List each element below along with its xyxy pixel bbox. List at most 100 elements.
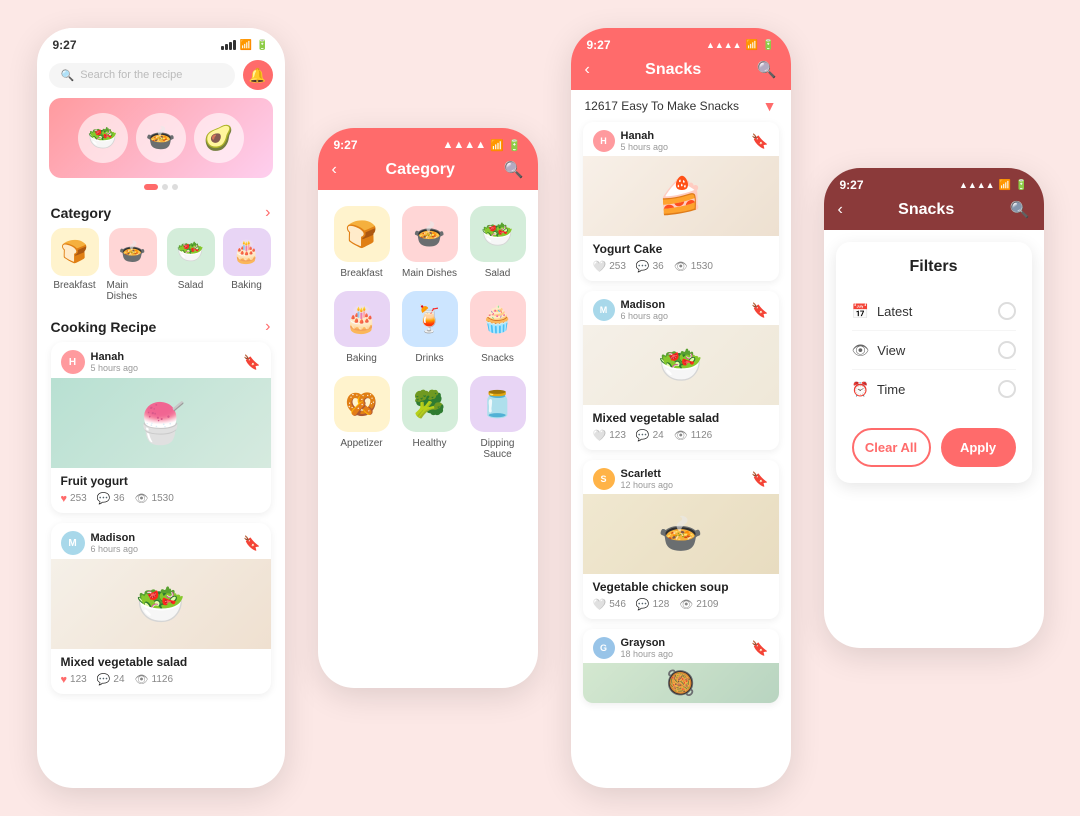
recipe-title-1: Mixed vegetable salad [51,649,271,673]
filter-view[interactable]: 👁 View [852,331,1016,370]
views-0: 👁1530 [135,492,174,505]
cat-main[interactable]: 🍲 Main Dishes [107,228,159,302]
grid-breakfast[interactable]: 🍞 Breakfast [334,206,390,279]
food-emoji-0: 🍧 [136,400,186,447]
grid-healthy-label: Healthy [413,438,447,449]
salad-label: Salad [178,280,204,291]
breakfast-label: Breakfast [53,280,95,291]
breakfast-icon: 🍞 [51,228,99,276]
snack-food-2: 🍲 [658,513,703,555]
snack-bookmark-3[interactable]: 🔖 [751,640,768,657]
category-see-more[interactable]: › [265,204,270,222]
food-emoji-1: 🥗 [136,581,186,628]
status-bar-3: 9:27 ▲▲▲▲ 📶 🔋 [571,28,791,56]
cat-baking[interactable]: 🎂 Baking [223,228,271,302]
nav-title-3: Snacks [590,61,757,79]
radio-latest[interactable] [998,302,1016,320]
wifi-1: 📶 [240,40,252,51]
snack-username-2: Scarlett [621,468,674,480]
heart-icon-1: ♥ [61,674,68,686]
filter-time-label: Time [877,382,905,397]
snack-bookmark-1[interactable]: 🔖 [751,302,768,319]
filter-panel: Filters 📅 Latest 👁 View ⏰ Time Clear All [836,242,1032,483]
snack-card-2[interactable]: S Scarlett 12 hours ago 🔖 🍲 Vegetable ch… [583,460,779,619]
snack-time-3: 18 hours ago [621,649,674,659]
snack-card-3[interactable]: G Grayson 18 hours ago 🔖 🥘 [583,629,779,703]
snack-header-1: M Madison 6 hours ago 🔖 [583,291,779,325]
bookmark-0[interactable]: 🔖 [243,354,260,371]
cooking-see-more[interactable]: › [265,318,270,336]
snack-view-1: 👁 [674,429,688,442]
grid-main[interactable]: 🍲 Main Dishes [402,206,458,279]
recipe-card-0[interactable]: H Hanah 5 hours ago 🔖 🍧 Fruit yogurt ♥25… [51,342,271,513]
user-details-0: Hanah 5 hours ago [91,351,139,373]
snack-avatar-2: S [593,468,615,490]
snack-time-0: 5 hours ago [621,142,669,152]
snack-username-3: Grayson [621,637,674,649]
grid-main-label: Main Dishes [402,268,457,279]
snack-view-0: 👁 [674,260,688,273]
snack-view-2: 👁 [679,598,693,611]
clear-all-button[interactable]: Clear All [852,428,931,467]
time-1: 9:27 [53,38,77,52]
snack-views-2: 👁2109 [679,598,718,611]
filter-actions: Clear All Apply [852,428,1016,467]
grid-baking[interactable]: 🎂 Baking [334,291,390,364]
notification-button[interactable]: 🔔 [243,60,273,90]
bookmark-1[interactable]: 🔖 [243,535,260,552]
search-icon-4[interactable]: 🔍 [1010,200,1030,220]
apply-button[interactable]: Apply [941,428,1016,467]
snack-card-1[interactable]: M Madison 6 hours ago 🔖 🥗 Mixed vegetabl… [583,291,779,450]
grid-snacks[interactable]: 🧁 Snacks [470,291,526,364]
recipe-card-1[interactable]: M Madison 6 hours ago 🔖 🥗 Mixed vegetabl… [51,523,271,694]
grid-appetizer-label: Appetizer [340,438,382,449]
signal-4: ▲▲▲▲ [959,180,995,190]
grid-dipping-label: Dipping Sauce [470,438,526,460]
comment-icon-0: 💬 [97,492,111,505]
grid-healthy[interactable]: 🥦 Healthy [402,376,458,460]
filter-icon[interactable]: ▼ [763,98,777,114]
filter-latest[interactable]: 📅 Latest [852,292,1016,331]
radio-time[interactable] [998,380,1016,398]
status-bar-2: 9:27 ▲▲▲▲ 📶 🔋 [318,128,538,156]
status-icons-1: 📶 🔋 [221,40,269,51]
grid-drinks-icon: 🍹 [402,291,458,347]
radio-view[interactable] [998,341,1016,359]
search-icon: 🔍 [61,69,75,82]
grid-appetizer[interactable]: 🥨 Appetizer [334,376,390,460]
grid-snacks-icon: 🧁 [470,291,526,347]
snack-user-3: G Grayson 18 hours ago [593,637,674,659]
snack-username-0: Hanah [621,130,669,142]
grid-salad-icon: 🥗 [470,206,526,262]
search-bar[interactable]: 🔍 Search for the recipe [49,63,235,88]
snack-bookmark-0[interactable]: 🔖 [751,133,768,150]
snack-heart-0: 🤍 [593,260,607,273]
snack-img-1: 🥗 [583,325,779,405]
banner-dots [37,184,285,190]
snack-img-0: 🍰 [583,156,779,236]
grid-drinks[interactable]: 🍹 Drinks [402,291,458,364]
snack-stats-2: 🤍546 💬128 👁2109 [583,598,779,619]
snack-heart-2: 🤍 [593,598,607,611]
snack-food-0: 🍰 [658,175,703,217]
snack-time-1: 6 hours ago [621,311,669,321]
phone-snacks: 9:27 ▲▲▲▲ 📶 🔋 ‹ Snacks 🔍 12617 Easy To M… [571,28,791,788]
snack-bookmark-2[interactable]: 🔖 [751,471,768,488]
search-icon-3[interactable]: 🔍 [757,60,777,80]
recipe-img-0: 🍧 [51,378,271,468]
snack-title-2: Vegetable chicken soup [583,574,779,598]
grid-drinks-label: Drinks [415,353,443,364]
clock-icon: ⏰ [852,381,869,398]
grid-dipping[interactable]: 🫙 Dipping Sauce [470,376,526,460]
likes-0: ♥253 [61,492,87,505]
recipe-header-1: M Madison 6 hours ago 🔖 [51,523,271,559]
grid-salad[interactable]: 🥗 Salad [470,206,526,279]
filter-time[interactable]: ⏰ Time [852,370,1016,408]
snack-card-0[interactable]: H Hanah 5 hours ago 🔖 🍰 Yogurt Cake 🤍253… [583,122,779,281]
avatar-0: H [61,350,85,374]
filters-nav: ‹ Snacks 🔍 [824,196,1044,230]
cat-breakfast[interactable]: 🍞 Breakfast [51,228,99,302]
cat-salad[interactable]: 🥗 Salad [167,228,215,302]
snack-header-2: S Scarlett 12 hours ago 🔖 [583,460,779,494]
search-icon-2[interactable]: 🔍 [504,160,524,180]
